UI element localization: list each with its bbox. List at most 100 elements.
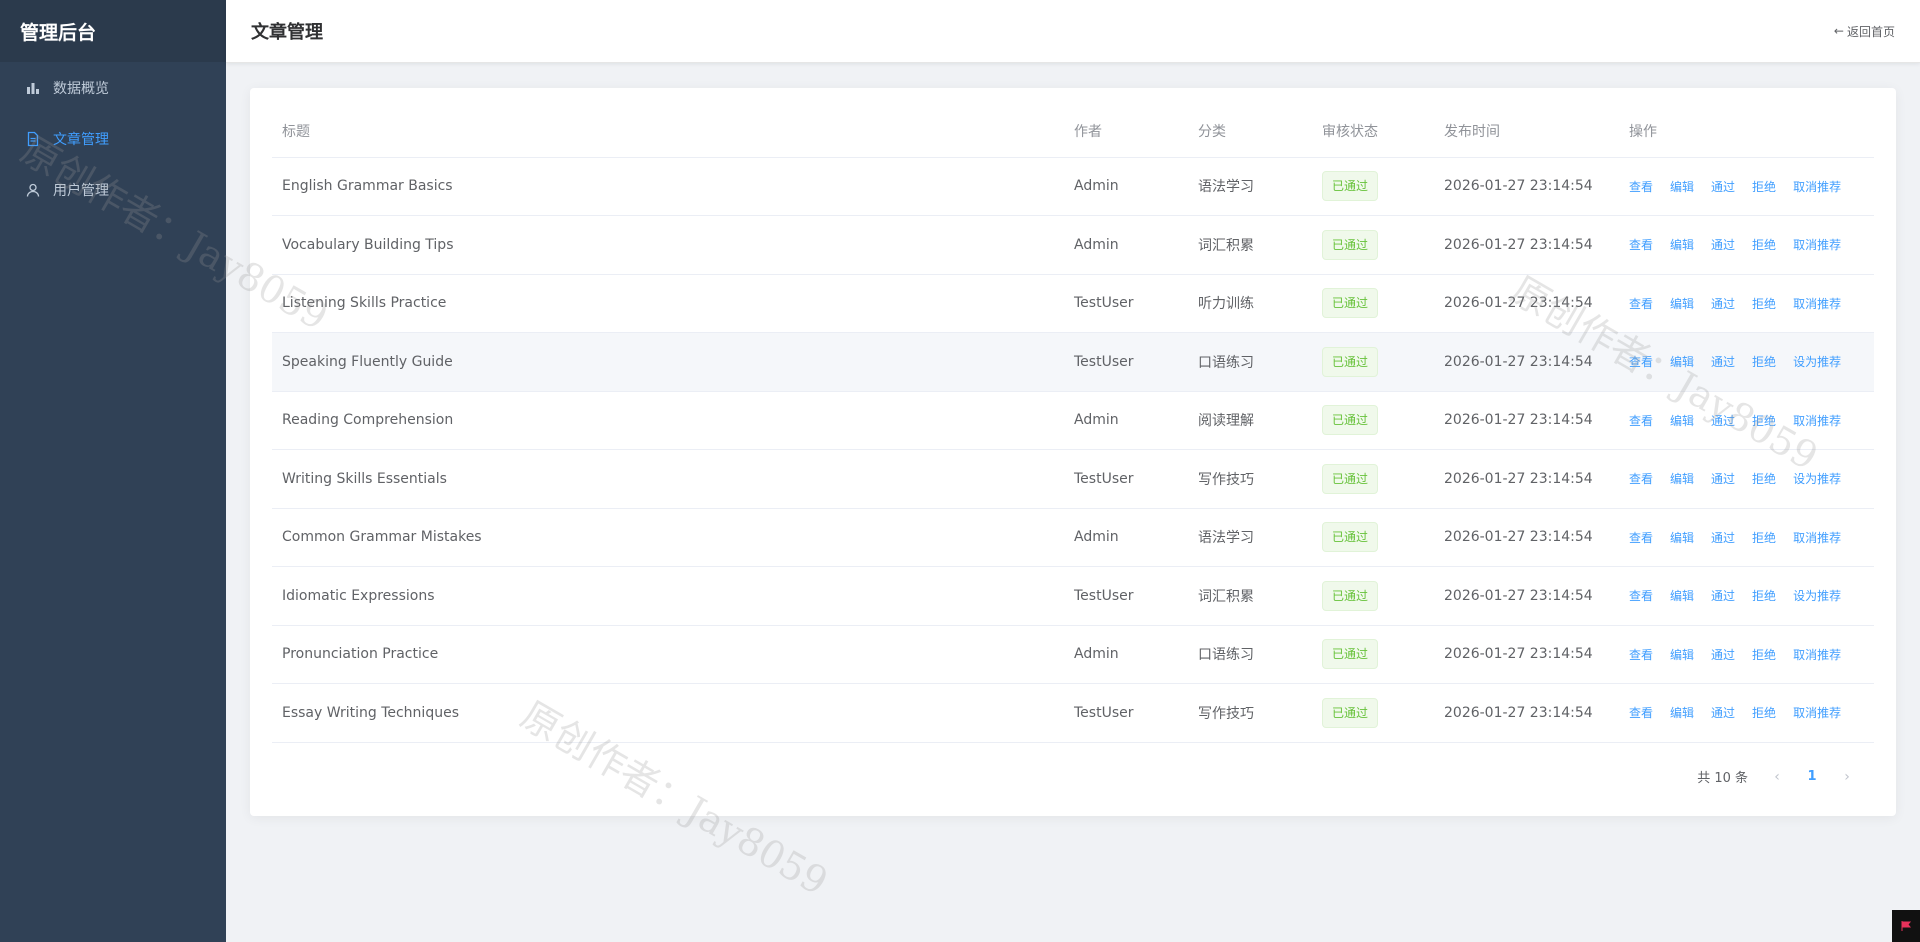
cell-time: 2026-01-27 23:14:54: [1434, 215, 1619, 275]
approve-button[interactable]: 通过: [1711, 470, 1735, 487]
edit-button[interactable]: 编辑: [1670, 236, 1694, 253]
status-badge: 已通过: [1322, 639, 1379, 670]
reject-button[interactable]: 拒绝: [1752, 704, 1776, 721]
status-badge: 已通过: [1322, 463, 1379, 494]
view-button[interactable]: 查看: [1629, 178, 1653, 195]
sidebar-item-articles[interactable]: 文章管理: [0, 113, 226, 164]
recommend-toggle-button[interactable]: 取消推荐: [1793, 178, 1841, 195]
cell-title: Reading Comprehension: [272, 391, 1064, 450]
cell-author: TestUser: [1064, 332, 1188, 392]
reject-button[interactable]: 拒绝: [1752, 470, 1776, 487]
cell-author: TestUser: [1064, 566, 1188, 626]
approve-button[interactable]: 通过: [1711, 529, 1735, 546]
edit-button[interactable]: 编辑: [1670, 646, 1694, 663]
sidebar-item-dashboard[interactable]: 数据概览: [0, 62, 226, 113]
edit-button[interactable]: 编辑: [1670, 178, 1694, 195]
pagination: 共 10 条 ‹ 1 ›: [1697, 767, 1862, 787]
document-icon: [24, 130, 42, 148]
cell-category: 写作技巧: [1188, 683, 1312, 743]
edit-button[interactable]: 编辑: [1670, 295, 1694, 312]
recommend-toggle-button[interactable]: 取消推荐: [1793, 236, 1841, 253]
edit-button[interactable]: 编辑: [1670, 704, 1694, 721]
reject-button[interactable]: 拒绝: [1752, 529, 1776, 546]
cell-actions: 查看 编辑 通过 拒绝 取消推荐: [1619, 625, 1874, 684]
edit-button[interactable]: 编辑: [1670, 470, 1694, 487]
view-button[interactable]: 查看: [1629, 587, 1653, 604]
reject-button[interactable]: 拒绝: [1752, 295, 1776, 312]
cell-author: Admin: [1064, 508, 1188, 567]
recommend-toggle-button[interactable]: 设为推荐: [1793, 587, 1841, 604]
flag-icon[interactable]: [1892, 910, 1920, 942]
recommend-toggle-button[interactable]: 取消推荐: [1793, 295, 1841, 312]
cell-category: 阅读理解: [1188, 391, 1312, 450]
cell-actions: 查看 编辑 通过 拒绝 取消推荐: [1619, 215, 1874, 275]
approve-button[interactable]: 通过: [1711, 587, 1735, 604]
status-badge: 已通过: [1322, 288, 1379, 319]
cell-category: 词汇积累: [1188, 566, 1312, 626]
cell-time: 2026-01-27 23:14:54: [1434, 625, 1619, 684]
reject-button[interactable]: 拒绝: [1752, 236, 1776, 253]
cell-status: 已通过: [1312, 274, 1434, 333]
reject-button[interactable]: 拒绝: [1752, 412, 1776, 429]
cell-author: Admin: [1064, 625, 1188, 684]
cell-category: 语法学习: [1188, 508, 1312, 567]
status-badge: 已通过: [1322, 171, 1379, 202]
approve-button[interactable]: 通过: [1711, 646, 1735, 663]
view-button[interactable]: 查看: [1629, 470, 1653, 487]
sidebar: 管理后台 数据概览 文章管理 用户管理: [0, 0, 226, 942]
reject-button[interactable]: 拒绝: [1752, 587, 1776, 604]
cell-status: 已通过: [1312, 625, 1434, 684]
cell-category: 写作技巧: [1188, 449, 1312, 509]
prev-page-button[interactable]: ‹: [1762, 769, 1792, 785]
recommend-toggle-button[interactable]: 设为推荐: [1793, 353, 1841, 370]
recommend-toggle-button[interactable]: 取消推荐: [1793, 529, 1841, 546]
edit-button[interactable]: 编辑: [1670, 529, 1694, 546]
approve-button[interactable]: 通过: [1711, 704, 1735, 721]
reject-button[interactable]: 拒绝: [1752, 646, 1776, 663]
cell-title: Listening Skills Practice: [272, 274, 1064, 333]
cell-category: 语法学习: [1188, 157, 1312, 216]
bar-chart-icon: [24, 79, 42, 97]
approve-button[interactable]: 通过: [1711, 412, 1735, 429]
approve-button[interactable]: 通过: [1711, 353, 1735, 370]
reject-button[interactable]: 拒绝: [1752, 178, 1776, 195]
approve-button[interactable]: 通过: [1711, 178, 1735, 195]
next-page-button[interactable]: ›: [1832, 769, 1862, 785]
back-home-link[interactable]: ← 返回首页: [1834, 23, 1895, 40]
edit-button[interactable]: 编辑: [1670, 353, 1694, 370]
status-badge: 已通过: [1322, 405, 1379, 436]
view-button[interactable]: 查看: [1629, 236, 1653, 253]
cell-title: Speaking Fluently Guide: [272, 332, 1064, 392]
cell-category: 口语练习: [1188, 332, 1312, 392]
cell-time: 2026-01-27 23:14:54: [1434, 566, 1619, 626]
recommend-toggle-button[interactable]: 取消推荐: [1793, 646, 1841, 663]
view-button[interactable]: 查看: [1629, 529, 1653, 546]
recommend-toggle-button[interactable]: 取消推荐: [1793, 704, 1841, 721]
edit-button[interactable]: 编辑: [1670, 587, 1694, 604]
cell-status: 已通过: [1312, 508, 1434, 567]
column-header-category: 分类: [1188, 108, 1312, 158]
view-button[interactable]: 查看: [1629, 353, 1653, 370]
view-button[interactable]: 查看: [1629, 412, 1653, 429]
approve-button[interactable]: 通过: [1711, 295, 1735, 312]
table-row: Common Grammar Mistakes Admin 语法学习 已通过 2026-…: [272, 508, 1874, 567]
cell-status: 已通过: [1312, 332, 1434, 392]
recommend-toggle-button[interactable]: 取消推荐: [1793, 412, 1841, 429]
status-badge: 已通过: [1322, 522, 1379, 553]
sidebar-item-users[interactable]: 用户管理: [0, 164, 226, 215]
view-button[interactable]: 查看: [1629, 646, 1653, 663]
cell-status: 已通过: [1312, 683, 1434, 743]
view-button[interactable]: 查看: [1629, 704, 1653, 721]
article-table: 标题 作者 分类 审核状态 发布时间 操作 English Grammar Ba…: [272, 108, 1874, 743]
recommend-toggle-button[interactable]: 设为推荐: [1793, 470, 1841, 487]
cell-status: 已通过: [1312, 449, 1434, 509]
cell-category: 词汇积累: [1188, 215, 1312, 275]
approve-button[interactable]: 通过: [1711, 236, 1735, 253]
edit-button[interactable]: 编辑: [1670, 412, 1694, 429]
table-row: Writing Skills Essentials TestUser 写作技巧 已通过…: [272, 449, 1874, 509]
cell-time: 2026-01-27 23:14:54: [1434, 391, 1619, 450]
reject-button[interactable]: 拒绝: [1752, 353, 1776, 370]
page-number[interactable]: 1: [1792, 769, 1832, 784]
table-row: Reading Comprehension Admin 阅读理解 已通过 2026-01…: [272, 391, 1874, 450]
view-button[interactable]: 查看: [1629, 295, 1653, 312]
